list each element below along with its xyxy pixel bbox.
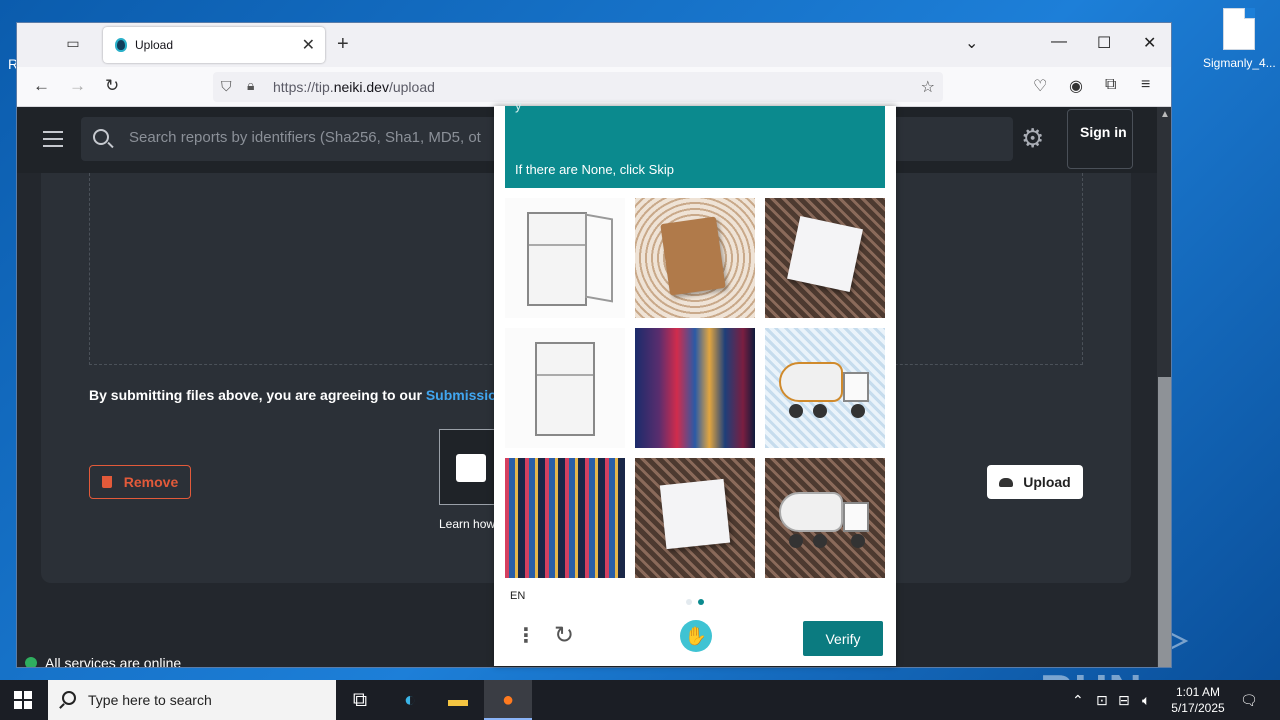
captcha-skip-instruction: If there are None, click Skip <box>515 162 674 177</box>
desktop-file-label: Sigmanly_4... <box>1203 56 1276 70</box>
network-icon[interactable]: ⊟ <box>1118 692 1130 709</box>
terms-agreement: By submitting files above, you are agree… <box>89 387 506 403</box>
windows-start-icon[interactable] <box>14 691 32 709</box>
trash-icon <box>101 476 112 488</box>
pocket-icon[interactable]: ♡ <box>1033 76 1047 96</box>
page-dots <box>686 592 710 610</box>
firefox-icon[interactable]: ● <box>484 680 532 720</box>
option-checkbox[interactable] <box>439 429 499 505</box>
close-window-button[interactable]: ✕ <box>1143 33 1156 53</box>
page-dot-1 <box>686 599 692 605</box>
remove-button[interactable]: Remove <box>89 465 191 499</box>
edge-icon[interactable]: ◐ <box>386 680 434 720</box>
forward-button[interactable]: → <box>69 76 86 96</box>
file-explorer-icon[interactable]: ▬ <box>434 680 482 720</box>
tab-title: Upload <box>135 38 174 52</box>
firefox-view-icon[interactable]: ▭ <box>63 35 83 55</box>
tracking-shield-icon[interactable]: ⛉ <box>221 78 232 95</box>
taskbar-search-placeholder: Type here to search <box>88 692 212 708</box>
page-dot-2 <box>698 599 704 605</box>
reload-button[interactable]: ↻ <box>105 76 119 96</box>
address-bar[interactable]: ⛉ 🔒︎ https://tip.neiki.dev/upload ☆ <box>213 72 943 102</box>
notebook-icon <box>659 478 731 550</box>
new-tab-button[interactable]: + <box>337 33 349 56</box>
scrollbar-thumb[interactable] <box>1158 377 1171 667</box>
captcha-image-5[interactable] <box>635 328 755 448</box>
tab-bar: ▭ Upload ✕ + ⌄ — ☐ ✕ <box>17 23 1171 67</box>
back-button[interactable]: ← <box>33 76 50 96</box>
page-scrollbar[interactable]: ▲ <box>1157 107 1171 667</box>
meet-now-icon[interactable]: ⊡ <box>1096 692 1108 709</box>
learn-how-text[interactable]: Learn how <box>439 517 495 531</box>
hamburger-menu-icon[interactable] <box>43 131 63 152</box>
captcha-prompt: y If there are None, click Skip <box>505 98 885 188</box>
bookmark-star-icon[interactable]: ☆ <box>921 77 935 97</box>
tab-upload[interactable]: Upload ✕ <box>103 27 325 63</box>
notebook-icon <box>660 216 726 296</box>
captcha-prompt-cutoff: y <box>515 98 522 113</box>
cloud-upload-icon <box>999 478 1014 487</box>
taskbar: Type here to search ⧉ ◐ ▬ ● ⌃ ⊡ ⊟ 🔈︎ 1:0… <box>0 680 1280 720</box>
minimize-button[interactable]: — <box>1051 33 1067 51</box>
site-favicon-icon <box>115 38 127 52</box>
extensions-icon[interactable]: ⧉ <box>1105 76 1116 94</box>
system-clock[interactable]: 1:01 AM 5/17/2025 <box>1160 684 1236 716</box>
gear-icon[interactable]: ⚙ <box>1021 125 1044 151</box>
captcha-image-4[interactable] <box>505 328 625 448</box>
nav-bar: ← → ↻ ⛉ 🔒︎ https://tip.neiki.dev/upload … <box>17 67 1171 107</box>
task-view-icon[interactable]: ⧉ <box>336 680 384 720</box>
account-icon[interactable]: ◉ <box>1069 76 1083 96</box>
clock-date: 5/17/2025 <box>1171 701 1225 715</box>
refresh-challenge-icon[interactable]: ↻ <box>554 624 574 648</box>
captcha-image-1[interactable] <box>505 198 625 318</box>
fridge-icon <box>527 212 587 306</box>
lock-icon[interactable]: 🔒︎ <box>247 77 254 94</box>
search-icon <box>93 129 109 145</box>
desktop-file-icon[interactable]: Sigmanly_4... <box>1203 8 1276 70</box>
sign-in-button[interactable]: Sign in <box>1067 109 1133 169</box>
captcha-image-8[interactable] <box>635 458 755 578</box>
search-icon <box>62 691 76 705</box>
upload-button[interactable]: Upload <box>987 465 1083 499</box>
maximize-button[interactable]: ☐ <box>1097 33 1111 53</box>
more-options-icon[interactable]: ⋮ <box>516 626 536 646</box>
volume-icon[interactable]: 🔈︎ <box>1142 692 1150 709</box>
captcha-image-grid <box>505 198 885 578</box>
service-status: All services are online <box>25 655 181 667</box>
menu-icon[interactable]: ≡ <box>1141 76 1150 94</box>
clock-time: 1:01 AM <box>1175 685 1221 699</box>
fridge-icon <box>535 342 595 436</box>
captcha-image-9[interactable] <box>765 458 885 578</box>
taskbar-search[interactable]: Type here to search <box>48 680 336 720</box>
captcha-image-2[interactable] <box>635 198 755 318</box>
cement-truck-icon <box>779 492 843 532</box>
cement-truck-icon <box>779 362 843 402</box>
notifications-icon[interactable]: 🗨︎ <box>1240 692 1258 709</box>
language-selector[interactable]: EN <box>510 590 525 602</box>
scroll-up-icon[interactable]: ▲ <box>1160 109 1170 120</box>
notebook-icon <box>787 216 863 292</box>
status-ok-icon <box>25 657 37 667</box>
verify-button[interactable]: Verify <box>803 621 883 656</box>
list-tabs-icon[interactable]: ⌄ <box>965 33 978 53</box>
show-hidden-icons-icon[interactable]: ⌃ <box>1072 692 1084 709</box>
captcha-image-7[interactable] <box>505 458 625 578</box>
captcha-image-3[interactable] <box>765 198 885 318</box>
document-icon <box>1223 8 1255 50</box>
captcha-image-6[interactable] <box>765 328 885 448</box>
hcaptcha-challenge: y If there are None, click Skip EN ⋮ ↻ ✋… <box>494 98 896 666</box>
close-tab-icon[interactable]: ✕ <box>302 35 315 55</box>
url-text[interactable]: https://tip.neiki.dev/upload <box>273 79 435 95</box>
hcaptcha-logo-icon: ✋ <box>680 620 712 652</box>
report-search-input[interactable] <box>129 129 529 146</box>
